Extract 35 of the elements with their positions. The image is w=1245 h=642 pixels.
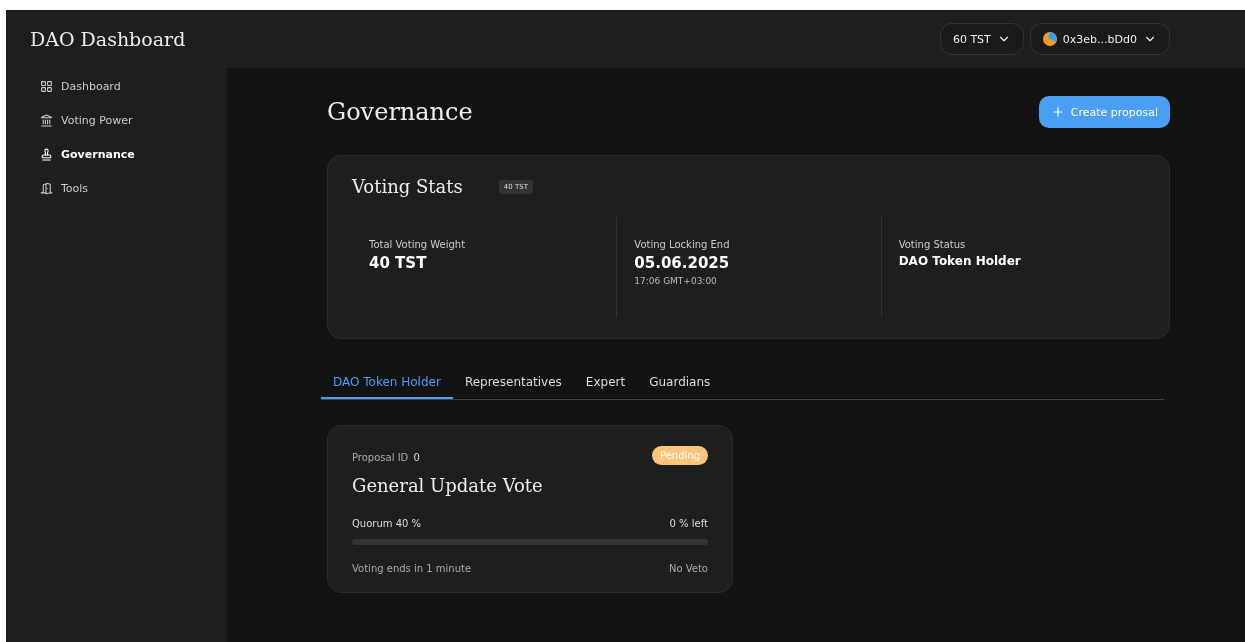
sidebar-item[interactable]: Governance	[40, 148, 135, 161]
sidebar-item[interactable]: Dashboard	[40, 80, 121, 93]
grid-icon	[40, 80, 53, 93]
door-icon	[40, 182, 53, 195]
stamp-icon	[40, 148, 53, 161]
tab[interactable]: Guardians	[637, 369, 723, 399]
stat-label: Total Voting Weight	[369, 239, 467, 250]
card-title: Voting Stats	[352, 176, 463, 197]
veto-status: No Veto	[668, 563, 708, 574]
proposal-id-label: Proposal ID	[352, 452, 409, 463]
stat-value: 40 TST	[369, 254, 428, 272]
stat-value: 05.06.2025	[634, 254, 731, 272]
quorum-left: 0 % left	[669, 518, 708, 529]
app-title: DAO Dashboard	[29, 27, 187, 52]
page-title: Governance	[327, 98, 473, 126]
sidebar-item[interactable]: Voting Power	[40, 114, 133, 127]
proposal-card[interactable]: Proposal ID 0 Pending General Update Vote Quorum 40 % 0 % left Voting ends in 1 minute No Veto	[327, 425, 733, 593]
bank-icon	[40, 114, 53, 127]
tab[interactable]: Expert	[573, 369, 638, 399]
stat-value: DAO Token Holder	[898, 254, 1022, 268]
stat-label: Voting Status	[898, 239, 967, 250]
stat-time: 17:06 GMT+03:00	[634, 276, 718, 286]
plus-icon	[1050, 105, 1065, 119]
wallet-dropdown[interactable]: 0x3eb...bDd0	[1029, 23, 1170, 55]
proposal-id: 0	[413, 452, 420, 463]
balance-dropdown[interactable]: 60 TST	[939, 23, 1024, 55]
proposal-title: General Update Vote	[352, 475, 544, 496]
stat-label: Voting Locking End	[634, 239, 731, 250]
quorum-label: Quorum 40 %	[352, 518, 422, 529]
tab[interactable]: Representatives	[452, 369, 574, 399]
wallet-avatar-icon	[1042, 32, 1057, 46]
status-badge: Pending	[652, 446, 708, 465]
voting-ends-text: Voting ends in 1 minute	[352, 563, 472, 574]
sidebar-item[interactable]: Tools	[40, 182, 89, 195]
tab[interactable]: DAO Token Holder	[321, 369, 453, 399]
